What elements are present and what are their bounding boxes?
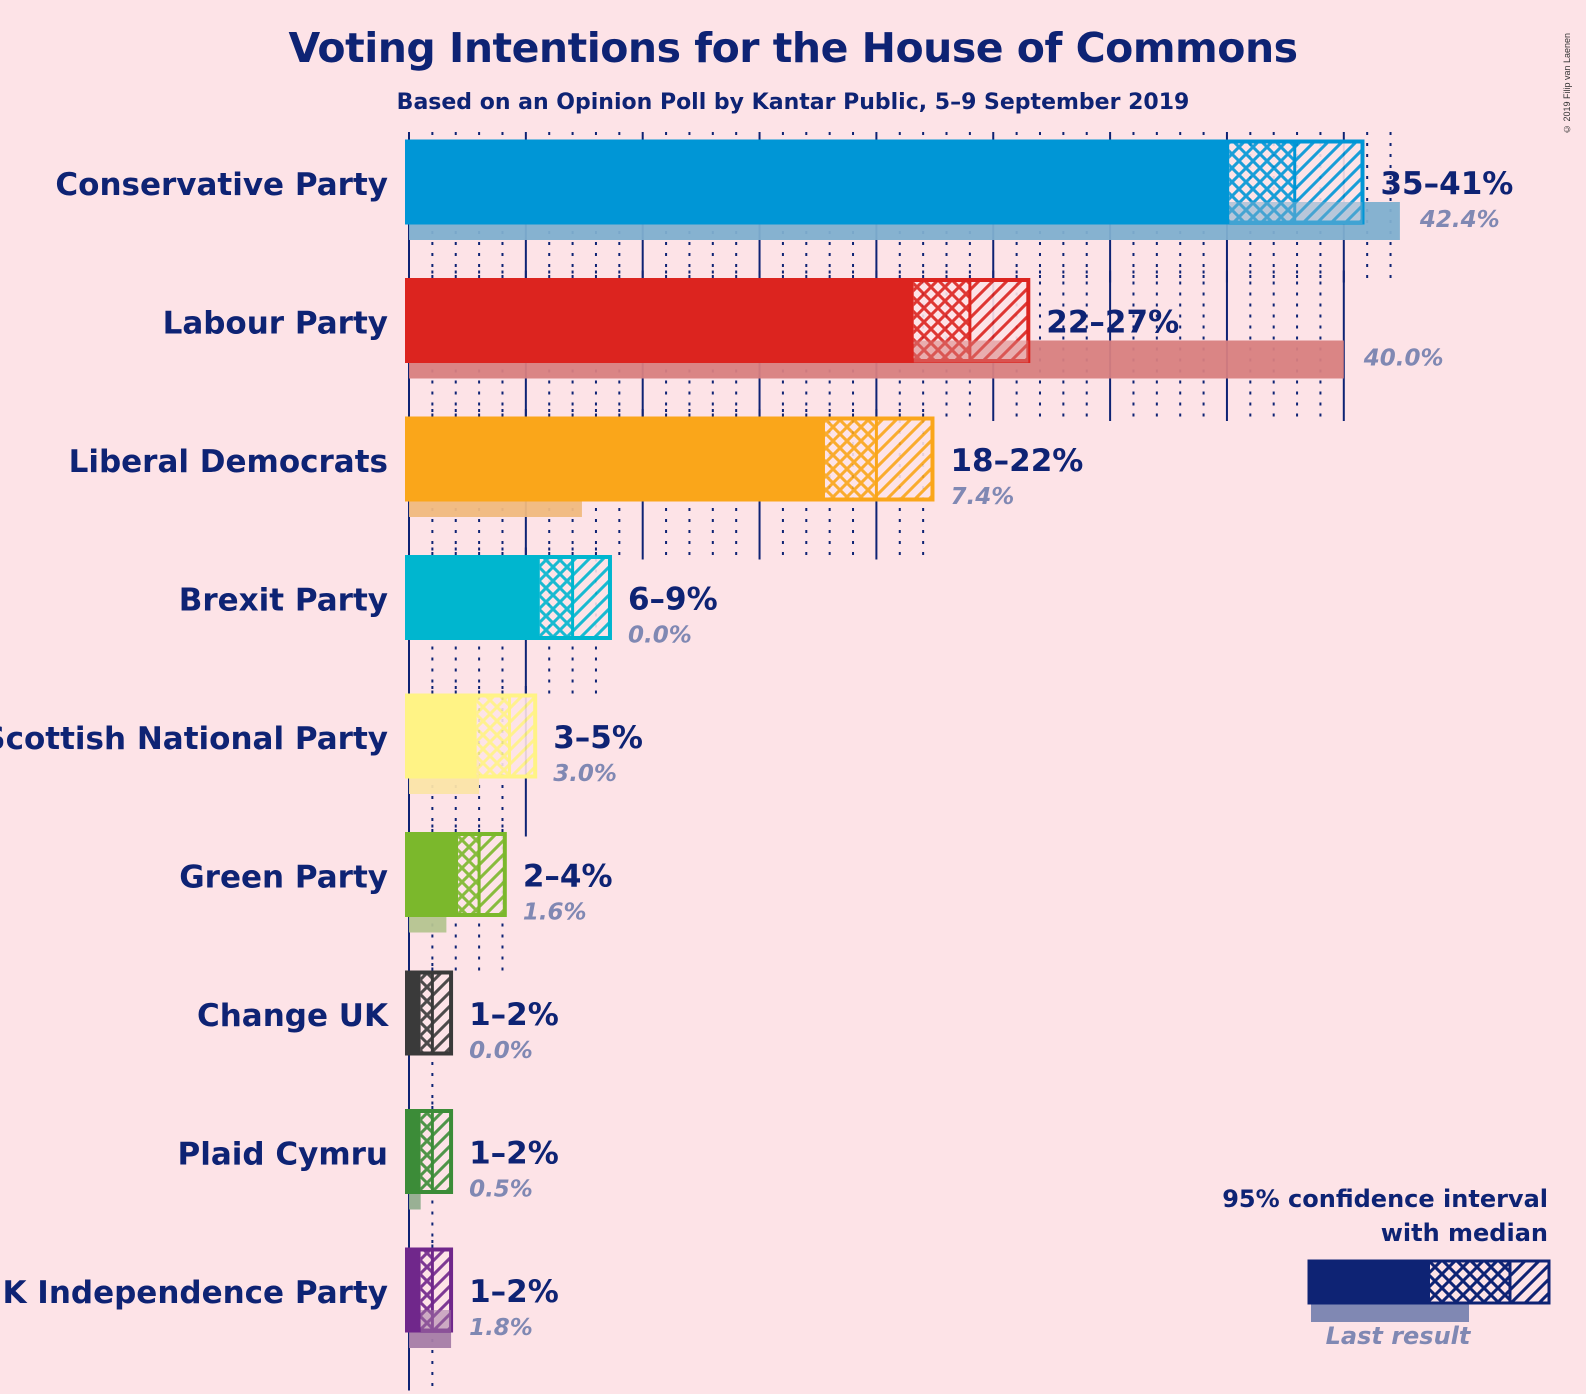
- ci-upper-half: [572, 558, 610, 637]
- ci-solid-bar: [407, 417, 825, 501]
- party-label: Labour Party: [163, 306, 388, 342]
- ci-solid-bar: [407, 278, 914, 363]
- last-result-label: 7.4%: [950, 484, 1014, 510]
- ci-lower-half: [824, 420, 877, 498]
- last-result-overlay: [1229, 202, 1363, 224]
- range-label: 1–2%: [469, 997, 559, 1033]
- party-label: Plaid Cymru: [178, 1137, 389, 1173]
- range-label: 1–2%: [469, 1274, 559, 1310]
- legend-title-line1: 95% confidence interval: [1222, 1185, 1548, 1213]
- ci-upper-half: [509, 697, 536, 775]
- ci-solid-bar: [407, 1109, 421, 1194]
- last-result-overlay: [476, 756, 480, 778]
- legend-last-result-label: Last result: [1325, 1322, 1471, 1350]
- ci-upper-half: [432, 1112, 452, 1191]
- party-label: Conservative Party: [55, 167, 388, 203]
- legend-title-line2: with median: [1380, 1219, 1548, 1247]
- legend-title: 95% confidence interval with median: [1222, 1182, 1548, 1250]
- range-label: 6–9%: [628, 582, 718, 618]
- range-label: 18–22%: [950, 443, 1083, 479]
- ci-upper-half: [432, 974, 452, 1052]
- range-label: 3–5%: [553, 720, 643, 756]
- ci-lower-half: [539, 558, 573, 637]
- range-label: 2–4%: [523, 859, 613, 895]
- party-label: UK Independence Party: [0, 1275, 388, 1311]
- legend-hatch-swatch: [1510, 1262, 1548, 1302]
- range-label: 35–41%: [1380, 166, 1513, 202]
- ci-solid-bar: [407, 694, 477, 778]
- legend-solid-swatch: [1308, 1260, 1430, 1304]
- ci-solid-bar: [407, 971, 421, 1055]
- ci-upper-half: [479, 835, 505, 914]
- legend: [1307, 1259, 1551, 1322]
- ci-lower-half: [420, 1112, 433, 1191]
- ci-solid-bar: [407, 1248, 421, 1332]
- ci-lower-half: [476, 697, 510, 775]
- party-label: Green Party: [179, 860, 388, 896]
- last-result-label: 40.0%: [1363, 346, 1444, 372]
- last-result-label: 0.0%: [628, 623, 692, 649]
- party-label: Change UK: [197, 998, 389, 1034]
- last-result-label: 1.8%: [469, 1315, 533, 1341]
- party-label: Scottish National Party: [0, 721, 388, 757]
- ci-lower-half: [458, 835, 480, 914]
- range-label: 22–27%: [1046, 305, 1179, 341]
- ci-solid-bar: [407, 555, 540, 640]
- last-result-label: 42.4%: [1419, 207, 1500, 233]
- last-result-label: 0.0%: [469, 1038, 533, 1064]
- last-result-overlay: [420, 1310, 452, 1332]
- legend-cross-swatch: [1430, 1262, 1510, 1302]
- range-label: 1–2%: [469, 1136, 559, 1172]
- ci-upper-half: [876, 420, 933, 498]
- last-result-label: 0.5%: [469, 1177, 533, 1203]
- ci-lower-half: [420, 974, 433, 1052]
- ci-solid-bar: [407, 832, 459, 917]
- last-result-label: 3.0%: [553, 761, 617, 787]
- party-label: Brexit Party: [179, 583, 388, 619]
- last-result-overlay: [913, 340, 1029, 363]
- party-label: Liberal Democrats: [69, 444, 388, 480]
- last-result-label: 1.6%: [523, 900, 587, 926]
- ci-solid-bar: [407, 140, 1230, 224]
